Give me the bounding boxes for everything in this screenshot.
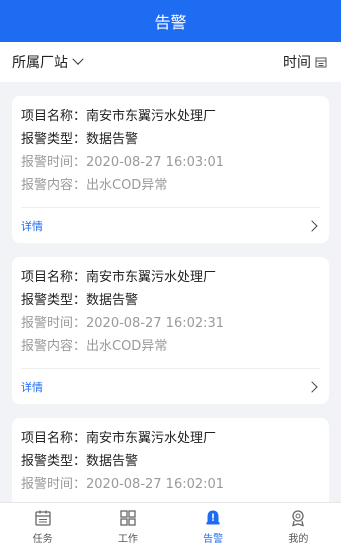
tab-task[interactable]: 任务: [0, 503, 85, 550]
detail-link[interactable]: 详情: [21, 207, 320, 243]
alarm-icon: [204, 509, 222, 527]
alarm-time: 报警时间：2020-08-27 16:02:01: [21, 477, 225, 492]
detail-link[interactable]: 详情: [21, 368, 320, 404]
tab-label: 任务: [32, 533, 53, 545]
page-title: 告警: [154, 13, 187, 32]
project-name: 项目名称：南安市东翼污水处理厂: [21, 109, 217, 124]
tab-label: 告警: [203, 533, 224, 545]
alarm-content: 报警内容：出水COD异常: [21, 339, 168, 354]
project-name: 项目名称：南安市东翼污水处理厂: [21, 431, 217, 446]
chevron-right-icon: [306, 219, 318, 232]
task-icon: [34, 509, 52, 527]
time-filter[interactable]: 时间: [283, 52, 327, 72]
alarm-card[interactable]: 项目名称：南安市东翼污水处理厂 报警类型：数据告警 报警时间：2020-08-2…: [12, 257, 329, 404]
project-name: 项目名称：南安市东翼污水处理厂: [21, 270, 217, 285]
alarm-type: 报警类型：数据告警: [21, 454, 139, 469]
alarm-type: 报警类型：数据告警: [21, 293, 139, 308]
bottom-tab-bar: 任务 工作 告警 我的: [0, 502, 341, 550]
alarm-type: 报警类型：数据告警: [21, 132, 139, 147]
calendar-icon: [315, 56, 327, 68]
tab-label: 我的: [288, 533, 309, 545]
station-filter[interactable]: 所属厂站: [12, 52, 84, 72]
chevron-right-icon: [306, 380, 318, 393]
work-icon: [119, 509, 137, 527]
profile-icon: [289, 509, 307, 527]
chevron-down-icon: [72, 53, 84, 65]
tab-label: 工作: [117, 533, 138, 545]
alarm-card[interactable]: 项目名称：南安市东翼污水处理厂 报警类型：数据告警 报警时间：2020-08-2…: [12, 418, 329, 502]
tab-profile[interactable]: 我的: [256, 503, 341, 550]
detail-label: 详情: [21, 380, 43, 394]
tab-alarm[interactable]: 告警: [171, 503, 256, 550]
station-filter-label: 所属厂站: [12, 55, 68, 71]
alarm-time: 报警时间：2020-08-27 16:02:31: [21, 316, 225, 331]
time-filter-label: 时间: [283, 55, 311, 71]
alarm-card[interactable]: 项目名称：南安市东翼污水处理厂 报警类型：数据告警 报警时间：2020-08-2…: [12, 96, 329, 243]
filter-bar: 所属厂站 时间: [0, 42, 341, 82]
alarm-content: 报警内容：出水COD异常: [21, 178, 168, 193]
alarm-list: 项目名称：南安市东翼污水处理厂 报警类型：数据告警 报警时间：2020-08-2…: [0, 82, 341, 502]
tab-work[interactable]: 工作: [85, 503, 170, 550]
alarm-time: 报警时间：2020-08-27 16:03:01: [21, 155, 225, 170]
detail-label: 详情: [21, 219, 43, 233]
page-header: 告警: [0, 0, 341, 42]
